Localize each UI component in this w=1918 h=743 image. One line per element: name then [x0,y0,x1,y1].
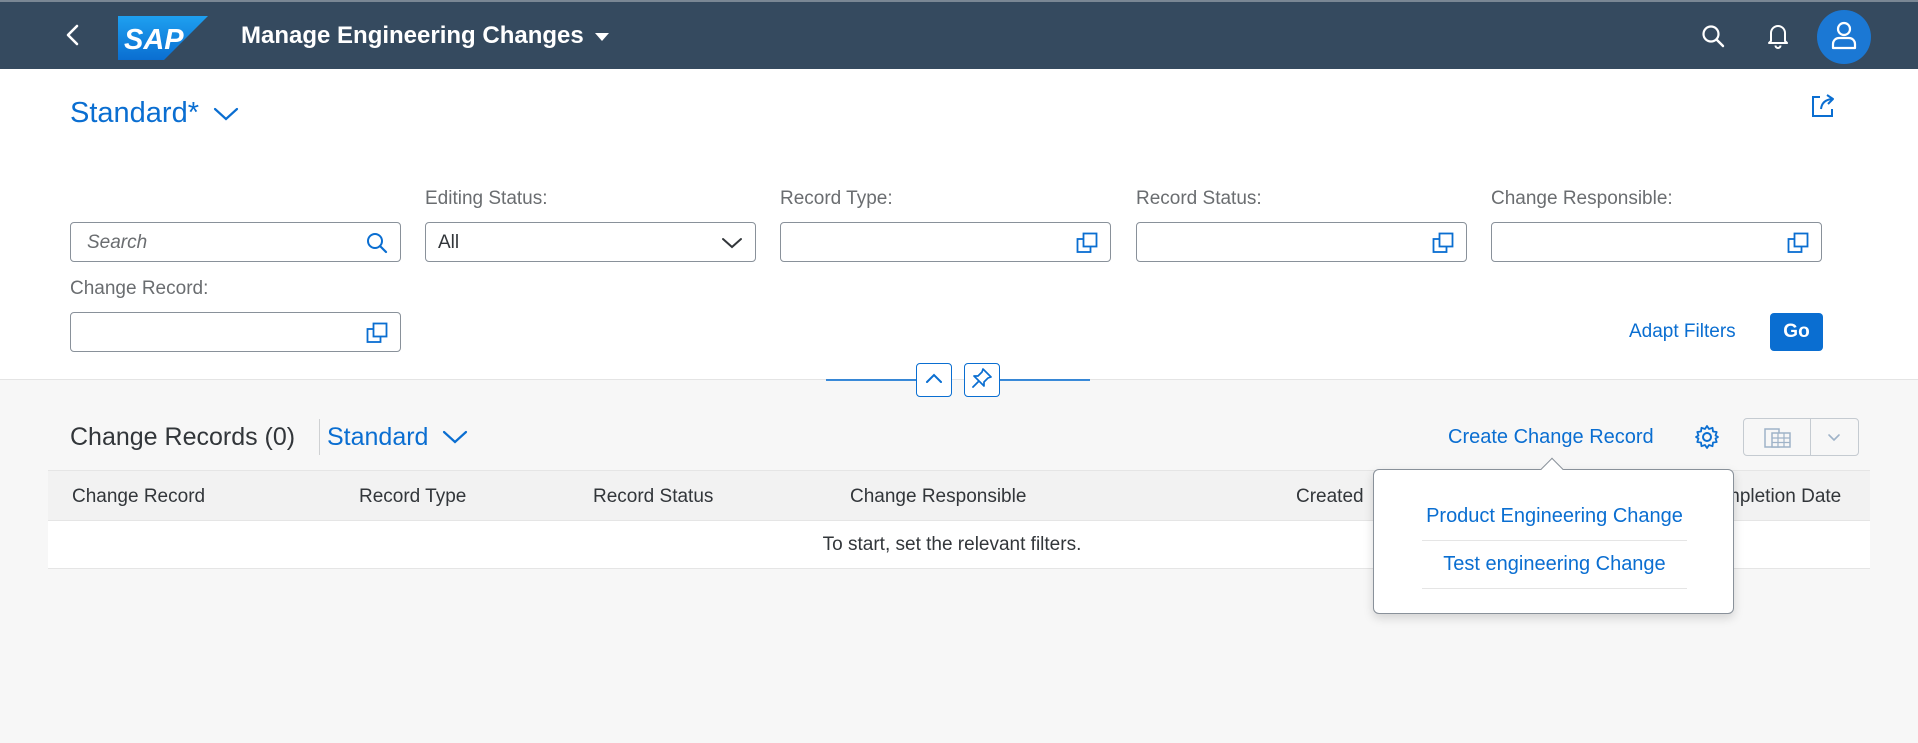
search-placeholder: Search [87,232,148,253]
user-icon [1830,20,1858,55]
chevron-down-icon[interactable] [1824,431,1844,449]
search-icon[interactable] [1695,18,1731,54]
collapse-divider-left [826,379,916,381]
record-type-label: Record Type: [780,188,893,209]
value-help-icon[interactable] [1430,230,1456,256]
table-title: Change Records (0) [70,423,296,451]
chevron-down-icon [442,423,468,452]
table-variant-label: Standard [327,423,429,451]
go-button[interactable]: Go [1770,313,1823,351]
change-responsible-label: Change Responsible: [1491,188,1673,209]
variant-label: Standard* [70,97,199,129]
adapt-filters-button[interactable]: Adapt Filters [1629,321,1736,343]
record-status-label: Record Status: [1136,188,1262,209]
user-avatar[interactable] [1817,10,1871,64]
value-help-icon[interactable] [1785,230,1811,256]
filter-header: Standard* Search Editing Status: All Rec… [0,69,1918,380]
change-responsible-field[interactable] [1491,222,1822,262]
svg-text:SAP: SAP [124,24,184,56]
value-help-icon[interactable] [1074,230,1100,256]
change-record-field[interactable] [70,312,401,352]
back-icon[interactable] [58,20,88,50]
sap-logo: SAP [118,16,208,60]
create-record-popover: Product Engineering Change Test engineer… [1373,457,1734,614]
editing-status-select[interactable]: All [425,222,756,262]
export-split-divider [1810,419,1811,455]
change-record-label: Change Record: [70,278,209,299]
collapse-header-button[interactable] [916,363,952,397]
column-header-record-status[interactable]: Record Status [593,486,713,508]
column-header-created[interactable]: Created [1296,486,1364,508]
editing-status-label: Editing Status: [425,188,548,209]
export-button[interactable] [1743,418,1859,456]
variant-selector[interactable]: Standard* [70,97,239,130]
pin-header-button[interactable] [964,363,1000,397]
column-header-record-type[interactable]: Record Type [359,486,466,508]
gear-icon[interactable] [1692,422,1722,452]
search-icon[interactable] [364,230,390,256]
search-input[interactable]: Search [70,222,401,262]
bell-icon[interactable] [1760,18,1796,54]
app-title[interactable]: Manage Engineering Changes [241,22,610,50]
chevron-up-icon [924,371,944,390]
create-change-record-button[interactable]: Create Change Record [1448,426,1654,449]
column-header-change-responsible[interactable]: Change Responsible [850,486,1026,508]
column-header-change-record[interactable]: Change Record [72,486,205,508]
menu-item-product-engineering-change[interactable]: Product Engineering Change [1422,493,1687,541]
value-help-icon[interactable] [364,320,390,346]
table-variant-selector[interactable]: Standard [327,423,468,452]
shell-bar: SAP Manage Engineering Changes [0,0,1918,69]
popover-arrow [1540,457,1564,481]
chevron-down-icon [213,97,239,130]
share-icon[interactable] [1808,91,1838,121]
record-status-field[interactable] [1136,222,1467,262]
column-header-completion-date[interactable]: mpletion Date [1724,486,1841,508]
toolbar-separator [319,419,320,455]
app-title-text: Manage Engineering Changes [241,22,584,49]
spreadsheet-export-icon [1764,426,1792,455]
record-type-field[interactable] [780,222,1111,262]
collapse-divider-right [1000,379,1090,381]
caret-down-icon [594,22,610,50]
menu-item-test-engineering-change[interactable]: Test engineering Change [1422,541,1687,589]
editing-status-value: All [438,232,460,253]
pin-icon [971,367,993,394]
chevron-down-icon [719,230,745,256]
